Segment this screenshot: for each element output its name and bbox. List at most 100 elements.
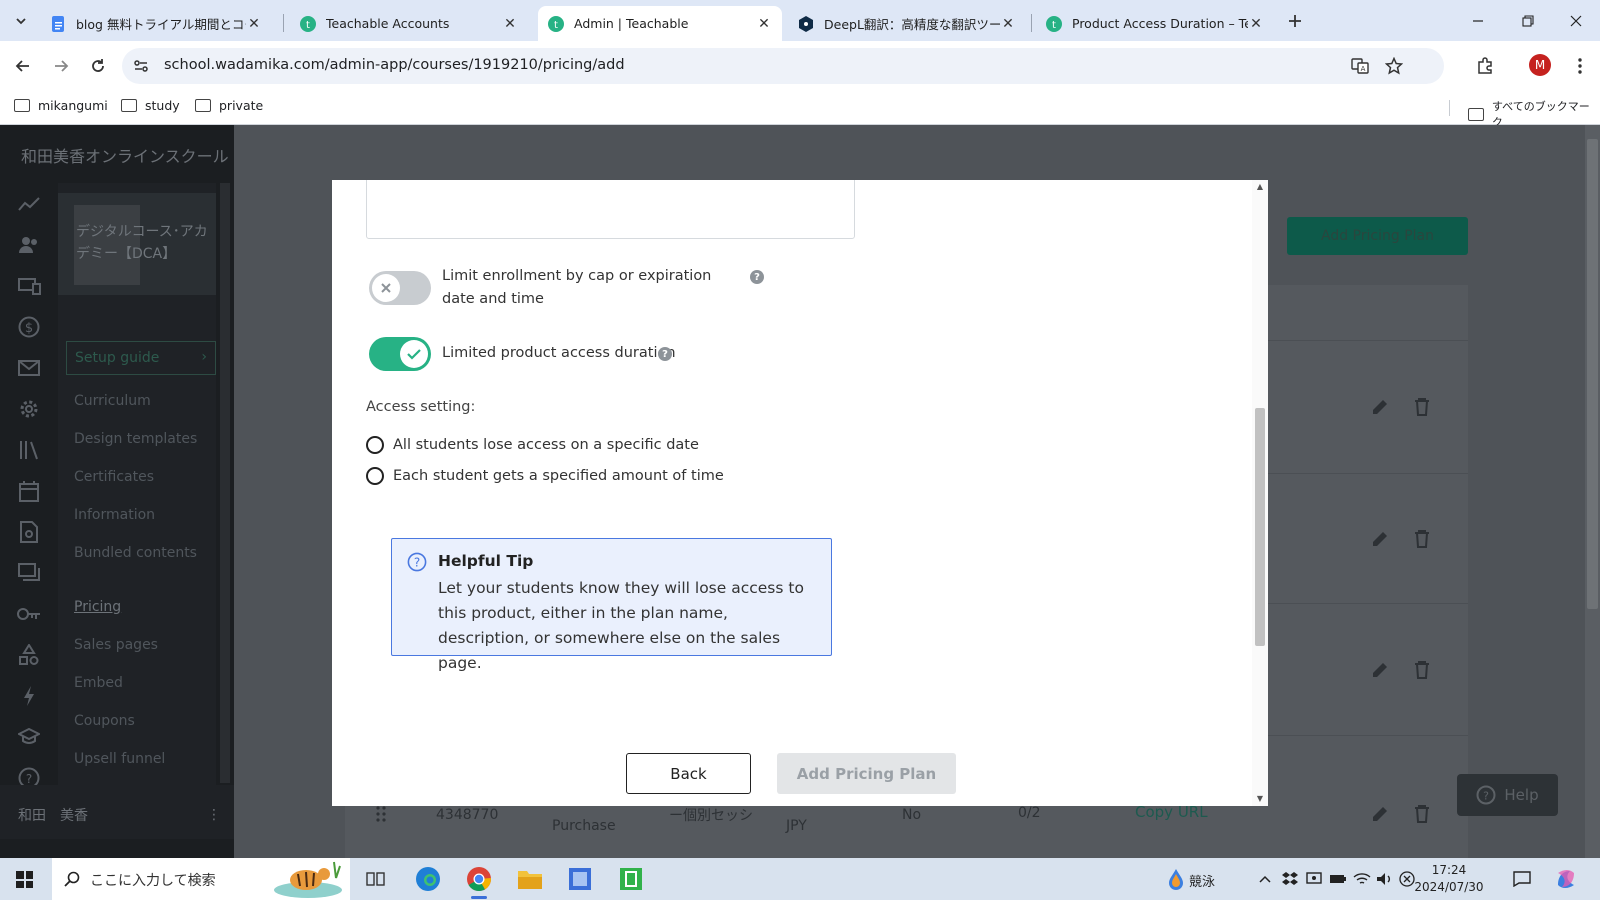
sidebar-item-pricing[interactable]: Pricing xyxy=(74,599,121,615)
sidebar-item-bundled-contents[interactable]: Bundled contents xyxy=(74,545,197,561)
radio-specific-date[interactable]: All students lose access on a specific d… xyxy=(366,436,699,454)
site-settings-icon[interactable] xyxy=(132,57,150,75)
back-button[interactable]: Back xyxy=(626,753,751,794)
tab-product-access-duration[interactable]: t Product Access Duration – Teac ✕ xyxy=(1036,6,1274,41)
graduation-cap-icon[interactable] xyxy=(16,724,42,750)
trash-icon[interactable] xyxy=(1411,528,1433,550)
edit-pencil-icon[interactable] xyxy=(1369,803,1391,825)
description-textarea[interactable] xyxy=(366,180,855,239)
radio-amount-of-time[interactable]: Each student gets a specified amount of … xyxy=(366,467,724,485)
sidebar-item-upsell-funnel[interactable]: Upsell funnel xyxy=(74,751,165,767)
tab-admin-teachable[interactable]: t Admin | Teachable ✕ xyxy=(538,6,782,41)
notification-icon[interactable] xyxy=(1511,867,1533,891)
windows-start-icon[interactable] xyxy=(16,871,33,888)
bookmark-star-icon[interactable] xyxy=(1385,57,1403,75)
page-scrollbar-thumb[interactable] xyxy=(1587,139,1598,609)
edit-pencil-icon[interactable] xyxy=(1369,659,1391,681)
radio-button[interactable] xyxy=(366,467,384,485)
add-pricing-plan-button-bg[interactable]: Add Pricing Plan xyxy=(1287,217,1468,255)
close-window-button[interactable] xyxy=(1552,0,1600,41)
scroll-down-icon[interactable]: ▼ xyxy=(1255,794,1265,804)
tab-close-icon[interactable]: ✕ xyxy=(1000,16,1016,32)
sidebar-item-information[interactable]: Information xyxy=(74,507,155,523)
forward-nav-button[interactable] xyxy=(48,53,74,79)
bookmark-folder-private[interactable]: private xyxy=(195,98,263,113)
drag-handle-icon[interactable] xyxy=(370,803,392,825)
modal-scrollbar-thumb[interactable] xyxy=(1255,408,1265,646)
setup-guide-button[interactable]: Setup guide › xyxy=(66,341,216,375)
minimize-button[interactable] xyxy=(1454,0,1502,41)
trash-icon[interactable] xyxy=(1411,396,1433,418)
tab-blog[interactable]: blog 無料トライアル期間とコースア ✕ xyxy=(40,6,272,41)
taskbar-clock[interactable]: 17:24 2024/07/30 xyxy=(1404,862,1494,896)
help-button[interactable]: ? Help xyxy=(1457,774,1558,816)
new-tab-button[interactable] xyxy=(1283,9,1307,33)
edge-icon[interactable] xyxy=(414,865,442,893)
modal-scrollbar[interactable]: ▲ ▼ xyxy=(1252,180,1268,806)
tab-close-icon[interactable]: ✕ xyxy=(246,16,262,32)
user-menu[interactable]: 和田 美香 ⋮ xyxy=(0,785,234,839)
screen-icon[interactable] xyxy=(1304,867,1324,891)
translate-icon[interactable]: A xyxy=(1351,57,1369,75)
sidebar-item-curriculum[interactable]: Curriculum xyxy=(74,393,151,409)
add-pricing-plan-button[interactable]: Add Pricing Plan xyxy=(777,753,956,794)
edit-pencil-icon[interactable] xyxy=(1369,528,1391,550)
volume-icon[interactable] xyxy=(1375,867,1395,891)
sidebar-item-certificates[interactable]: Certificates xyxy=(74,469,154,485)
chrome-icon[interactable] xyxy=(465,865,493,899)
users-icon[interactable] xyxy=(16,232,42,258)
sidebar-item-coupons[interactable]: Coupons xyxy=(74,713,135,729)
comments-icon[interactable] xyxy=(16,560,42,586)
bookmark-folder-mikangumi[interactable]: mikangumi xyxy=(14,98,108,113)
page-scrollbar[interactable] xyxy=(1585,125,1600,858)
scroll-up-icon[interactable]: ▲ xyxy=(1255,182,1265,192)
trash-icon[interactable] xyxy=(1411,803,1433,825)
extensions-button[interactable] xyxy=(1472,53,1498,79)
school-name[interactable]: 和田美香オンラインスクール xyxy=(21,143,229,167)
question-mark-icon[interactable]: ? xyxy=(750,270,764,284)
app-window-icon[interactable] xyxy=(566,865,594,893)
task-view-icon[interactable] xyxy=(362,865,390,893)
copilot-icon[interactable] xyxy=(1552,865,1580,893)
bookmark-folder-study[interactable]: study xyxy=(121,98,180,113)
limit-enrollment-toggle[interactable] xyxy=(369,271,431,305)
shapes-icon[interactable] xyxy=(16,642,42,668)
tab-close-icon[interactable]: ✕ xyxy=(756,16,772,32)
dropbox-icon[interactable] xyxy=(1280,867,1300,891)
gear-icon[interactable] xyxy=(16,396,42,422)
restore-button[interactable] xyxy=(1504,0,1552,41)
reload-button[interactable] xyxy=(85,53,111,79)
course-thumbnail[interactable]: デジタルコース･アカデミー【DCA】 xyxy=(58,193,216,295)
sidebar-item-design-templates[interactable]: Design templates xyxy=(74,431,197,447)
address-bar[interactable]: school.wadamika.com/admin-app/courses/19… xyxy=(122,48,1444,84)
devices-icon[interactable] xyxy=(16,273,42,299)
access-duration-toggle[interactable] xyxy=(369,337,431,371)
trash-icon[interactable] xyxy=(1411,659,1433,681)
sidebar-item-sales-pages[interactable]: Sales pages xyxy=(74,637,158,653)
sidebar-item-embed[interactable]: Embed xyxy=(74,675,123,691)
key-icon[interactable] xyxy=(16,601,42,627)
user-more-icon[interactable]: ⋮ xyxy=(207,807,221,823)
wifi-icon[interactable] xyxy=(1352,867,1372,891)
document-icon[interactable] xyxy=(16,519,42,545)
url-text[interactable]: school.wadamika.com/admin-app/courses/19… xyxy=(164,57,625,73)
analytics-icon[interactable] xyxy=(16,191,42,217)
file-explorer-icon[interactable] xyxy=(516,865,544,893)
library-icon[interactable] xyxy=(16,437,42,463)
battery-icon[interactable] xyxy=(1328,867,1348,891)
browser-menu-button[interactable] xyxy=(1567,53,1593,79)
back-nav-button[interactable] xyxy=(10,53,36,79)
weather-icon[interactable] xyxy=(1165,867,1187,891)
tab-teachable-accounts[interactable]: t Teachable Accounts ✕ xyxy=(290,6,528,41)
tab-close-icon[interactable]: ✕ xyxy=(1248,16,1264,32)
tab-deepl[interactable]: DeepL翻訳：高精度な翻訳ツール ✕ xyxy=(788,6,1026,41)
weather-text[interactable]: 競泳 xyxy=(1189,871,1215,890)
sidebar-scrollbar[interactable] xyxy=(220,183,230,783)
profile-avatar[interactable]: M xyxy=(1529,54,1551,76)
taskbar-search[interactable]: ここに入力して検索 xyxy=(52,858,350,900)
tab-close-icon[interactable]: ✕ xyxy=(502,16,518,32)
mail-icon[interactable] xyxy=(16,355,42,381)
question-mark-icon[interactable]: ? xyxy=(658,347,672,361)
radio-button[interactable] xyxy=(366,436,384,454)
calendar-icon[interactable] xyxy=(16,478,42,504)
